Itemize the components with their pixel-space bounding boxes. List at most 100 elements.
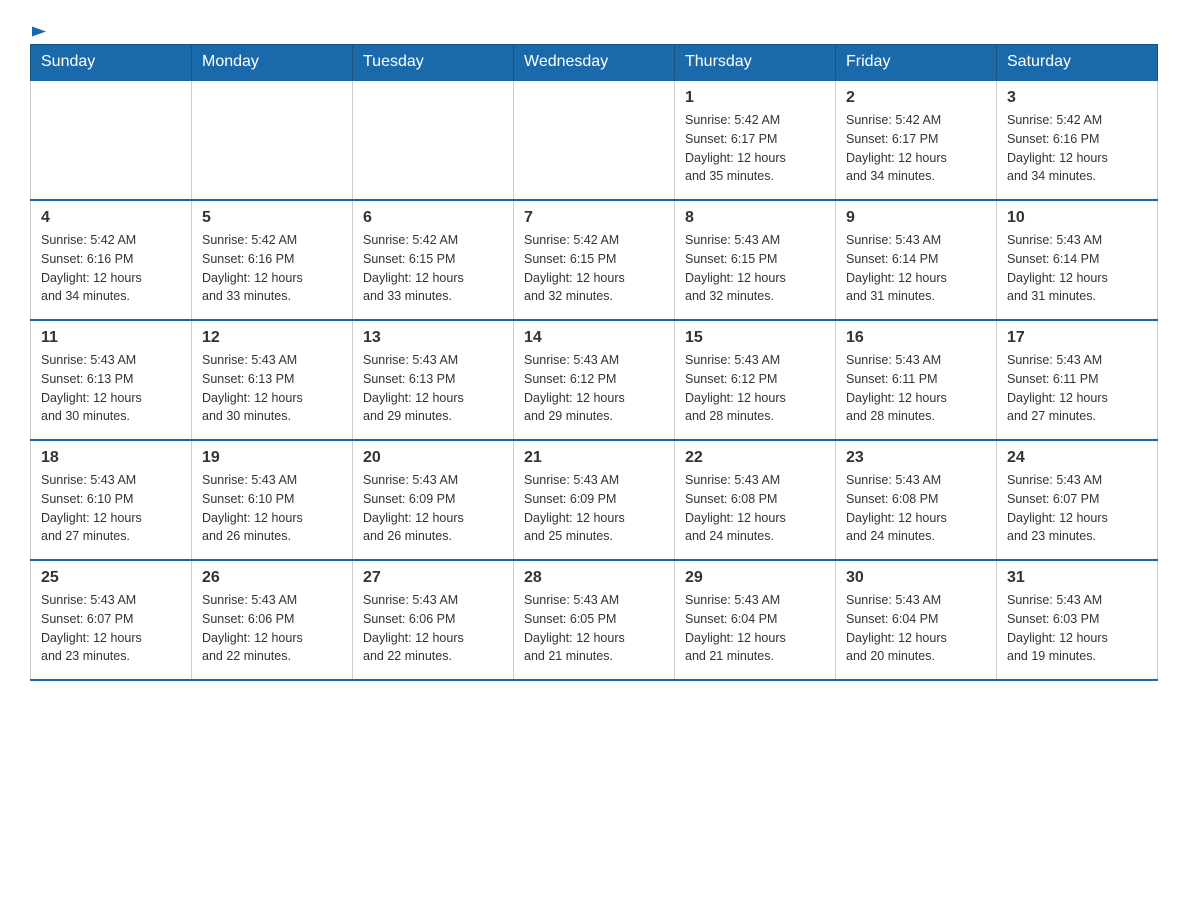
- calendar-cell: 26 Sunrise: 5:43 AMSunset: 6:06 PMDayligh…: [192, 560, 353, 680]
- day-info: Sunrise: 5:43 AMSunset: 6:13 PMDaylight:…: [41, 351, 181, 426]
- day-number: 17: [1007, 329, 1147, 347]
- calendar-cell: [514, 80, 675, 200]
- day-number: 15: [685, 329, 825, 347]
- day-info: Sunrise: 5:43 AMSunset: 6:05 PMDaylight:…: [524, 591, 664, 666]
- day-info: Sunrise: 5:43 AMSunset: 6:11 PMDaylight:…: [1007, 351, 1147, 426]
- day-number: 2: [846, 89, 986, 107]
- day-number: 21: [524, 449, 664, 467]
- logo-wrapper: [30, 20, 46, 34]
- calendar-cell: 10Sunrise: 5:43 AMSunset: 6:14 PMDayligh…: [997, 200, 1158, 320]
- day-number: 19: [202, 449, 342, 467]
- calendar-cell: 14Sunrise: 5:43 AMSunset: 6:12 PMDayligh…: [514, 320, 675, 440]
- calendar-cell: 25 Sunrise: 5:43 AMSunset: 6:07 PMDayligh…: [31, 560, 192, 680]
- day-number: 16: [846, 329, 986, 347]
- day-number: 24: [1007, 449, 1147, 467]
- day-number: 1: [685, 89, 825, 107]
- day-info: Sunrise: 5:43 AMSunset: 6:13 PMDaylight:…: [363, 351, 503, 426]
- day-number: 27: [363, 569, 503, 587]
- calendar-cell: 21Sunrise: 5:43 AMSunset: 6:09 PMDayligh…: [514, 440, 675, 560]
- calendar-week-row: 18 Sunrise: 5:43 AMSunset: 6:10 PMDayligh…: [31, 440, 1158, 560]
- day-number: 22: [685, 449, 825, 467]
- day-number: 7: [524, 209, 664, 227]
- calendar-day-header: Saturday: [997, 45, 1158, 81]
- calendar-cell: 5 Sunrise: 5:42 AMSunset: 6:16 PMDaylight…: [192, 200, 353, 320]
- calendar-day-header: Friday: [836, 45, 997, 81]
- calendar-cell: [192, 80, 353, 200]
- header: [30, 20, 1158, 34]
- calendar-header-row: SundayMondayTuesdayWednesdayThursdayFrid…: [31, 45, 1158, 81]
- calendar-cell: 27 Sunrise: 5:43 AMSunset: 6:06 PMDayligh…: [353, 560, 514, 680]
- day-number: 28: [524, 569, 664, 587]
- day-info: Sunrise: 5:42 AMSunset: 6:17 PMDaylight:…: [846, 111, 986, 186]
- calendar-cell: 9 Sunrise: 5:43 AMSunset: 6:14 PMDaylight…: [836, 200, 997, 320]
- day-info: Sunrise: 5:43 AMSunset: 6:06 PMDaylight:…: [363, 591, 503, 666]
- day-number: 18: [41, 449, 181, 467]
- day-info: Sunrise: 5:43 AMSunset: 6:04 PMDaylight:…: [685, 591, 825, 666]
- calendar-week-row: 11 Sunrise: 5:43 AMSunset: 6:13 PMDayligh…: [31, 320, 1158, 440]
- day-info: Sunrise: 5:43 AMSunset: 6:07 PMDaylight:…: [1007, 471, 1147, 546]
- day-number: 13: [363, 329, 503, 347]
- calendar-cell: 24 Sunrise: 5:43 AMSunset: 6:07 PMDayligh…: [997, 440, 1158, 560]
- calendar-week-row: 4 Sunrise: 5:42 AMSunset: 6:16 PMDaylight…: [31, 200, 1158, 320]
- calendar-cell: 31 Sunrise: 5:43 AMSunset: 6:03 PMDayligh…: [997, 560, 1158, 680]
- calendar-day-header: Monday: [192, 45, 353, 81]
- calendar-cell: 13 Sunrise: 5:43 AMSunset: 6:13 PMDayligh…: [353, 320, 514, 440]
- page: SundayMondayTuesdayWednesdayThursdayFrid…: [0, 0, 1188, 711]
- calendar-week-row: 1 Sunrise: 5:42 AMSunset: 6:17 PMDaylight…: [31, 80, 1158, 200]
- calendar-cell: 16Sunrise: 5:43 AMSunset: 6:11 PMDayligh…: [836, 320, 997, 440]
- day-number: 6: [363, 209, 503, 227]
- day-number: 31: [1007, 569, 1147, 587]
- calendar-cell: 23 Sunrise: 5:43 AMSunset: 6:08 PMDayligh…: [836, 440, 997, 560]
- day-number: 23: [846, 449, 986, 467]
- calendar-cell: 7 Sunrise: 5:42 AMSunset: 6:15 PMDaylight…: [514, 200, 675, 320]
- day-info: Sunrise: 5:43 AMSunset: 6:12 PMDaylight:…: [685, 351, 825, 426]
- day-info: Sunrise: 5:43 AMSunset: 6:14 PMDaylight:…: [846, 231, 986, 306]
- day-number: 4: [41, 209, 181, 227]
- day-info: Sunrise: 5:43 AMSunset: 6:07 PMDaylight:…: [41, 591, 181, 666]
- logo-triangle-icon: [32, 21, 46, 36]
- day-info: Sunrise: 5:43 AMSunset: 6:08 PMDaylight:…: [846, 471, 986, 546]
- calendar-cell: 20 Sunrise: 5:43 AMSunset: 6:09 PMDayligh…: [353, 440, 514, 560]
- day-number: 25: [41, 569, 181, 587]
- calendar-cell: 30Sunrise: 5:43 AMSunset: 6:04 PMDayligh…: [836, 560, 997, 680]
- calendar-cell: 28 Sunrise: 5:43 AMSunset: 6:05 PMDayligh…: [514, 560, 675, 680]
- calendar-cell: 19 Sunrise: 5:43 AMSunset: 6:10 PMDayligh…: [192, 440, 353, 560]
- day-info: Sunrise: 5:43 AMSunset: 6:09 PMDaylight:…: [363, 471, 503, 546]
- calendar-day-header: Sunday: [31, 45, 192, 81]
- calendar-cell: 22Sunrise: 5:43 AMSunset: 6:08 PMDayligh…: [675, 440, 836, 560]
- day-info: Sunrise: 5:42 AMSunset: 6:16 PMDaylight:…: [202, 231, 342, 306]
- day-number: 11: [41, 329, 181, 347]
- calendar-cell: 15 Sunrise: 5:43 AMSunset: 6:12 PMDayligh…: [675, 320, 836, 440]
- day-info: Sunrise: 5:42 AMSunset: 6:15 PMDaylight:…: [524, 231, 664, 306]
- calendar-cell: 6 Sunrise: 5:42 AMSunset: 6:15 PMDaylight…: [353, 200, 514, 320]
- day-info: Sunrise: 5:42 AMSunset: 6:15 PMDaylight:…: [363, 231, 503, 306]
- calendar-day-header: Tuesday: [353, 45, 514, 81]
- day-info: Sunrise: 5:43 AMSunset: 6:13 PMDaylight:…: [202, 351, 342, 426]
- calendar-cell: 11 Sunrise: 5:43 AMSunset: 6:13 PMDayligh…: [31, 320, 192, 440]
- day-number: 20: [363, 449, 503, 467]
- calendar-cell: 4Sunrise: 5:42 AMSunset: 6:16 PMDaylight…: [31, 200, 192, 320]
- calendar-cell: 18Sunrise: 5:43 AMSunset: 6:10 PMDayligh…: [31, 440, 192, 560]
- day-info: Sunrise: 5:43 AMSunset: 6:15 PMDaylight:…: [685, 231, 825, 306]
- calendar-cell: 1 Sunrise: 5:42 AMSunset: 6:17 PMDaylight…: [675, 80, 836, 200]
- day-number: 26: [202, 569, 342, 587]
- day-number: 9: [846, 209, 986, 227]
- day-info: Sunrise: 5:43 AMSunset: 6:06 PMDaylight:…: [202, 591, 342, 666]
- calendar-cell: 2 Sunrise: 5:42 AMSunset: 6:17 PMDaylight…: [836, 80, 997, 200]
- day-number: 14: [524, 329, 664, 347]
- day-info: Sunrise: 5:43 AMSunset: 6:10 PMDaylight:…: [202, 471, 342, 546]
- day-number: 30: [846, 569, 986, 587]
- day-number: 5: [202, 209, 342, 227]
- calendar-cell: 3 Sunrise: 5:42 AMSunset: 6:16 PMDaylight…: [997, 80, 1158, 200]
- calendar-cell: [353, 80, 514, 200]
- day-number: 12: [202, 329, 342, 347]
- day-number: 3: [1007, 89, 1147, 107]
- calendar-cell: 29Sunrise: 5:43 AMSunset: 6:04 PMDayligh…: [675, 560, 836, 680]
- calendar-cell: 17 Sunrise: 5:43 AMSunset: 6:11 PMDayligh…: [997, 320, 1158, 440]
- day-info: Sunrise: 5:42 AMSunset: 6:17 PMDaylight:…: [685, 111, 825, 186]
- day-info: Sunrise: 5:42 AMSunset: 6:16 PMDaylight:…: [1007, 111, 1147, 186]
- day-info: Sunrise: 5:43 AMSunset: 6:03 PMDaylight:…: [1007, 591, 1147, 666]
- calendar-day-header: Thursday: [675, 45, 836, 81]
- calendar-cell: 12 Sunrise: 5:43 AMSunset: 6:13 PMDayligh…: [192, 320, 353, 440]
- day-number: 8: [685, 209, 825, 227]
